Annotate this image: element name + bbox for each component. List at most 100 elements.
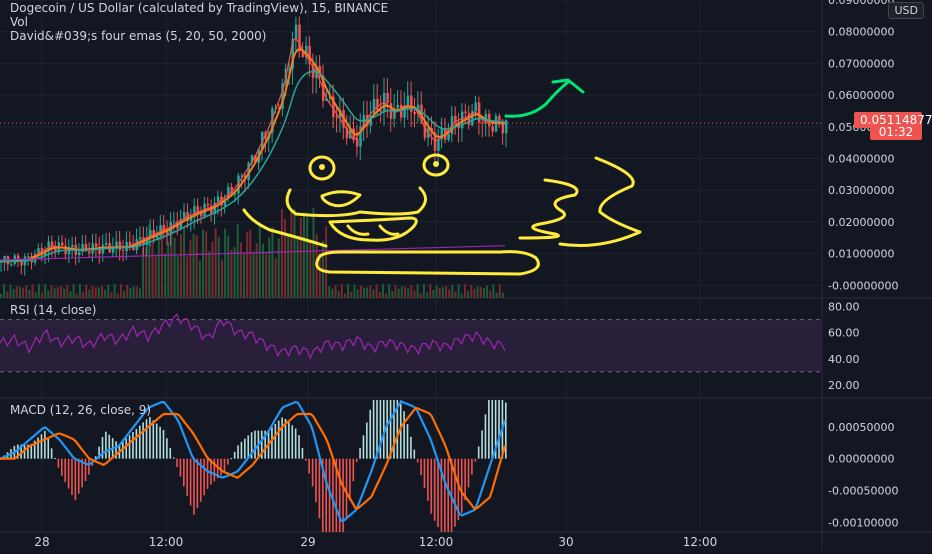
macd-histogram-bar (183, 458, 185, 487)
volume-bar (391, 290, 394, 298)
candle-body (376, 98, 379, 111)
candle-body (105, 243, 108, 245)
candle-body (206, 203, 210, 206)
macd-histogram-bar (233, 451, 236, 459)
volume-bar (350, 291, 353, 298)
macd-histogram-bar (454, 458, 456, 527)
macd-histogram-bar (179, 458, 182, 477)
volume-bar (179, 234, 182, 298)
y-tick-label: 0.06000000 (828, 89, 894, 102)
volume-bar (189, 239, 192, 298)
volume-bar (41, 292, 44, 298)
volume-bar (91, 285, 94, 298)
macd-histogram-bar (71, 458, 73, 495)
doodle-squiggle-right (558, 156, 642, 247)
chart-root[interactable]: 0.09000000 0.08000000 0.07000000 0.06000000… (0, 0, 932, 550)
macd-histogram-bar (50, 448, 53, 459)
countdown-tag: 01:32 (870, 124, 922, 140)
macd-histogram-bar (430, 458, 433, 514)
macd-histogram-bar (298, 435, 300, 459)
candle-body (335, 117, 339, 119)
volume-bar (331, 288, 334, 298)
macd-histogram-bar (420, 458, 422, 476)
volume-bar (388, 284, 391, 298)
volume-bar (369, 285, 372, 298)
macd-histogram-bar (301, 447, 304, 459)
candle-body (122, 250, 125, 252)
volume-bar (410, 285, 413, 298)
volume-bar (448, 289, 451, 298)
volume-bar (214, 228, 217, 298)
macd-histogram-group (0, 400, 507, 532)
volume-bar (107, 284, 110, 298)
candle-body (94, 243, 98, 247)
y-tick-label: 0.04000000 (828, 153, 894, 166)
ema-5-line (0, 37, 505, 263)
candle-body (77, 251, 81, 255)
macd-histogram-bar (488, 400, 490, 459)
volume-bar (438, 287, 441, 298)
volume-bar (397, 288, 400, 298)
volume-bar (37, 284, 40, 298)
volume-bar (252, 252, 255, 298)
macd-histogram-bar (240, 441, 243, 459)
volume-bar (372, 289, 375, 298)
macd-histogram-bar (84, 458, 87, 481)
volume-bar (101, 285, 103, 298)
candle-body (447, 134, 450, 140)
doodle-collar (315, 250, 540, 276)
volume-bar (173, 237, 176, 298)
volume-bar (356, 289, 359, 298)
main-chart-svg[interactable]: 0.09000000 0.08000000 0.07000000 0.06000000… (0, 0, 932, 550)
y-tick-label: 0.03000000 (828, 184, 894, 197)
x-tick-label: 30 (558, 535, 573, 549)
volume-bar (3, 284, 6, 298)
macd-histogram-bar (277, 420, 280, 459)
volume-bar (186, 256, 189, 298)
macd-histogram-bar (427, 458, 429, 501)
volume-bar (463, 284, 466, 298)
volume-bar (154, 254, 157, 298)
macd-histogram-bar (57, 458, 60, 468)
macd-histogram-bar (145, 419, 148, 459)
volume-bar (429, 284, 432, 298)
macd-histogram-bar (477, 446, 480, 459)
volume-bar (205, 231, 208, 298)
y-tick-label: 0.09000000 (828, 0, 894, 7)
macd-histogram-bar (386, 400, 388, 459)
macd-histogram-bar (308, 458, 311, 474)
macd-histogram-bar (237, 445, 239, 459)
macd-histogram-bar (149, 417, 151, 459)
volume-bar (63, 288, 66, 298)
macd-histogram-bar (288, 422, 290, 459)
volume-bar (183, 226, 186, 298)
doodle-left-pupil (319, 164, 325, 170)
volume-bar (138, 288, 141, 298)
volume-bar (309, 239, 312, 298)
volume-bar (268, 237, 271, 298)
volume-bar (290, 211, 293, 298)
macd-histogram-bar (410, 436, 412, 459)
volume-bar (249, 229, 252, 298)
volume-bar (306, 217, 309, 298)
volume-bar (454, 291, 457, 298)
volume-bar (208, 251, 211, 298)
macd-histogram-bar (152, 420, 155, 459)
currency-badge[interactable]: USD (888, 2, 924, 19)
volume-bar (445, 285, 448, 298)
volume-bar (476, 286, 479, 298)
volume-bar (233, 247, 236, 298)
macd-histogram-bar (128, 435, 131, 459)
volume-bar (265, 252, 268, 298)
macd-histogram-bar (362, 435, 365, 459)
volume-bar (0, 294, 2, 298)
candle-body (386, 92, 389, 103)
macd-histogram-bar (372, 400, 375, 459)
volume-bar (489, 290, 492, 298)
volume-bar (280, 209, 283, 298)
volume-bar (195, 235, 198, 298)
macd-histogram-bar (305, 458, 307, 461)
macd-histogram-bar (125, 438, 128, 459)
volume-bar (340, 284, 343, 298)
volume-bar (271, 227, 274, 298)
